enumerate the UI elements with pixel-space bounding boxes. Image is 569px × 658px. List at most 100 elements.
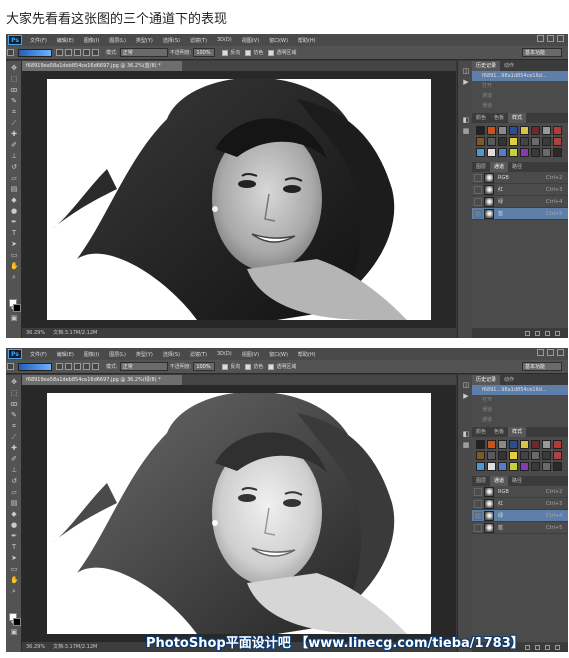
dodge-tool-icon[interactable]: ● [10,521,18,529]
move-tool-icon[interactable]: ✥ [10,378,18,386]
tab-layers[interactable]: 图层 [472,162,490,172]
quick-select-tool-icon[interactable]: ✎ [10,97,18,105]
load-selection-icon[interactable] [525,644,530,650]
tab-actions[interactable]: 动作 [500,61,518,71]
style-swatch[interactable] [553,440,562,449]
opacity-input[interactable]: 100% [193,48,216,57]
menu-view[interactable]: 视图(V) [242,37,259,44]
brush-tool-icon[interactable]: ✐ [10,455,18,463]
hand-tool-icon[interactable]: ✋ [10,262,19,270]
style-swatch[interactable] [520,462,529,471]
workspace-select[interactable]: 基本功能 [522,48,562,57]
style-swatch[interactable] [520,440,529,449]
eraser-tool-icon[interactable]: ▱ [10,488,18,496]
style-swatch[interactable] [498,137,507,146]
close-button[interactable] [557,349,564,356]
healing-tool-icon[interactable]: ✚ [10,444,18,452]
history-snapshot[interactable]: f6891...98a1d854ce16d... [472,385,568,395]
style-swatch[interactable] [553,451,562,460]
stamp-tool-icon[interactable]: ⊥ [10,466,18,474]
visibility-eye-icon[interactable] [474,197,482,206]
style-swatch[interactable] [487,126,496,135]
gradient-picker[interactable] [18,48,52,57]
style-swatch[interactable] [498,148,507,157]
menu-window[interactable]: 窗口(W) [269,351,288,358]
workspace-select[interactable]: 基本功能 [522,362,562,371]
style-swatch[interactable] [553,462,562,471]
style-swatch[interactable] [531,137,540,146]
tab-color[interactable]: 颜色 [472,427,490,437]
load-selection-icon[interactable] [525,330,530,336]
tab-history[interactable]: 历史记录 [472,375,501,385]
channel-row-blue[interactable]: 蓝 Ctrl+5 [472,522,568,534]
diamond-gradient-icon[interactable] [92,363,99,370]
style-swatch[interactable] [487,148,496,157]
menu-image[interactable]: 图像(I) [84,37,99,44]
diamond-gradient-icon[interactable] [92,49,99,56]
path-select-tool-icon[interactable]: ➤ [10,240,18,248]
tab-swatches[interactable]: 色板 [490,427,508,437]
new-channel-icon[interactable] [545,330,550,336]
history-step[interactable]: 通道 [472,101,568,111]
mode-select[interactable]: 正常 [119,48,168,57]
style-swatch[interactable] [542,148,551,157]
history-panel-icon[interactable]: ◫ [462,381,470,389]
style-swatch[interactable] [531,126,540,135]
style-swatch[interactable] [542,126,551,135]
crop-tool-icon[interactable]: ⌗ [10,422,18,430]
menu-file[interactable]: 文件(F) [30,351,47,358]
style-swatch[interactable] [476,451,485,460]
style-swatch[interactable] [509,440,518,449]
swatches-panel-icon[interactable]: ▦ [462,441,470,449]
menu-image[interactable]: 图像(I) [84,351,99,358]
visibility-eye-icon[interactable] [474,499,482,508]
style-swatch[interactable] [542,462,551,471]
menu-file[interactable]: 文件(F) [30,37,47,44]
tab-paths[interactable]: 路径 [508,162,526,172]
delete-channel-icon[interactable] [555,330,560,336]
eraser-tool-icon[interactable]: ▱ [10,174,18,182]
save-selection-icon[interactable] [535,330,540,336]
menu-view[interactable]: 视图(V) [242,351,259,358]
document-tab[interactable]: f68919ea58a1deb854ce16d6697.jpg @ 36.2%(… [22,375,182,385]
color-panel-icon[interactable]: ◧ [462,116,470,124]
style-swatch[interactable] [553,148,562,157]
shape-tool-icon[interactable]: ▭ [10,565,18,573]
zoom-level[interactable]: 36.29% [26,642,45,652]
tab-channels[interactable]: 通道 [490,162,509,172]
gradient-tool-icon[interactable]: ▤ [10,499,18,507]
style-swatch[interactable] [476,462,485,471]
marquee-tool-icon[interactable]: ⬚ [10,389,18,397]
reflected-gradient-icon[interactable] [83,49,90,56]
shape-tool-icon[interactable]: ▭ [10,251,18,259]
channel-row-blue[interactable]: 蓝 Ctrl+5 [472,208,568,220]
crop-tool-icon[interactable]: ⌗ [10,108,18,116]
style-swatch[interactable] [487,440,496,449]
style-swatch[interactable] [509,462,518,471]
type-tool-icon[interactable]: T [10,543,18,551]
style-swatch[interactable] [520,126,529,135]
pen-tool-icon[interactable]: ✒ [10,532,18,540]
reverse-checkbox[interactable] [222,49,229,56]
save-selection-icon[interactable] [535,644,540,650]
lasso-tool-icon[interactable]: ꝏ [10,86,18,94]
actions-panel-icon[interactable]: ▶ [462,78,470,86]
screen-mode-icon[interactable]: ▣ [10,628,18,636]
style-swatch[interactable] [498,440,507,449]
path-select-tool-icon[interactable]: ➤ [10,554,18,562]
history-brush-icon[interactable]: ↺ [10,477,18,485]
marquee-tool-icon[interactable]: ⬚ [10,75,18,83]
style-swatch[interactable] [531,451,540,460]
document-tab[interactable]: f68919ea58a1deb854ce16d6697.jpg @ 36.2%(… [22,61,182,71]
transparency-checkbox[interactable] [268,49,275,56]
style-swatch[interactable] [553,137,562,146]
menu-filter[interactable]: 滤镜(T) [190,351,207,358]
radial-gradient-icon[interactable] [65,363,72,370]
delete-channel-icon[interactable] [555,644,560,650]
linear-gradient-icon[interactable] [56,363,63,370]
mode-select[interactable]: 正常 [119,362,168,371]
menu-layer[interactable]: 图层(L) [109,351,126,358]
style-swatch[interactable] [509,451,518,460]
menu-edit[interactable]: 编辑(E) [57,37,74,44]
lasso-tool-icon[interactable]: ꝏ [10,400,18,408]
